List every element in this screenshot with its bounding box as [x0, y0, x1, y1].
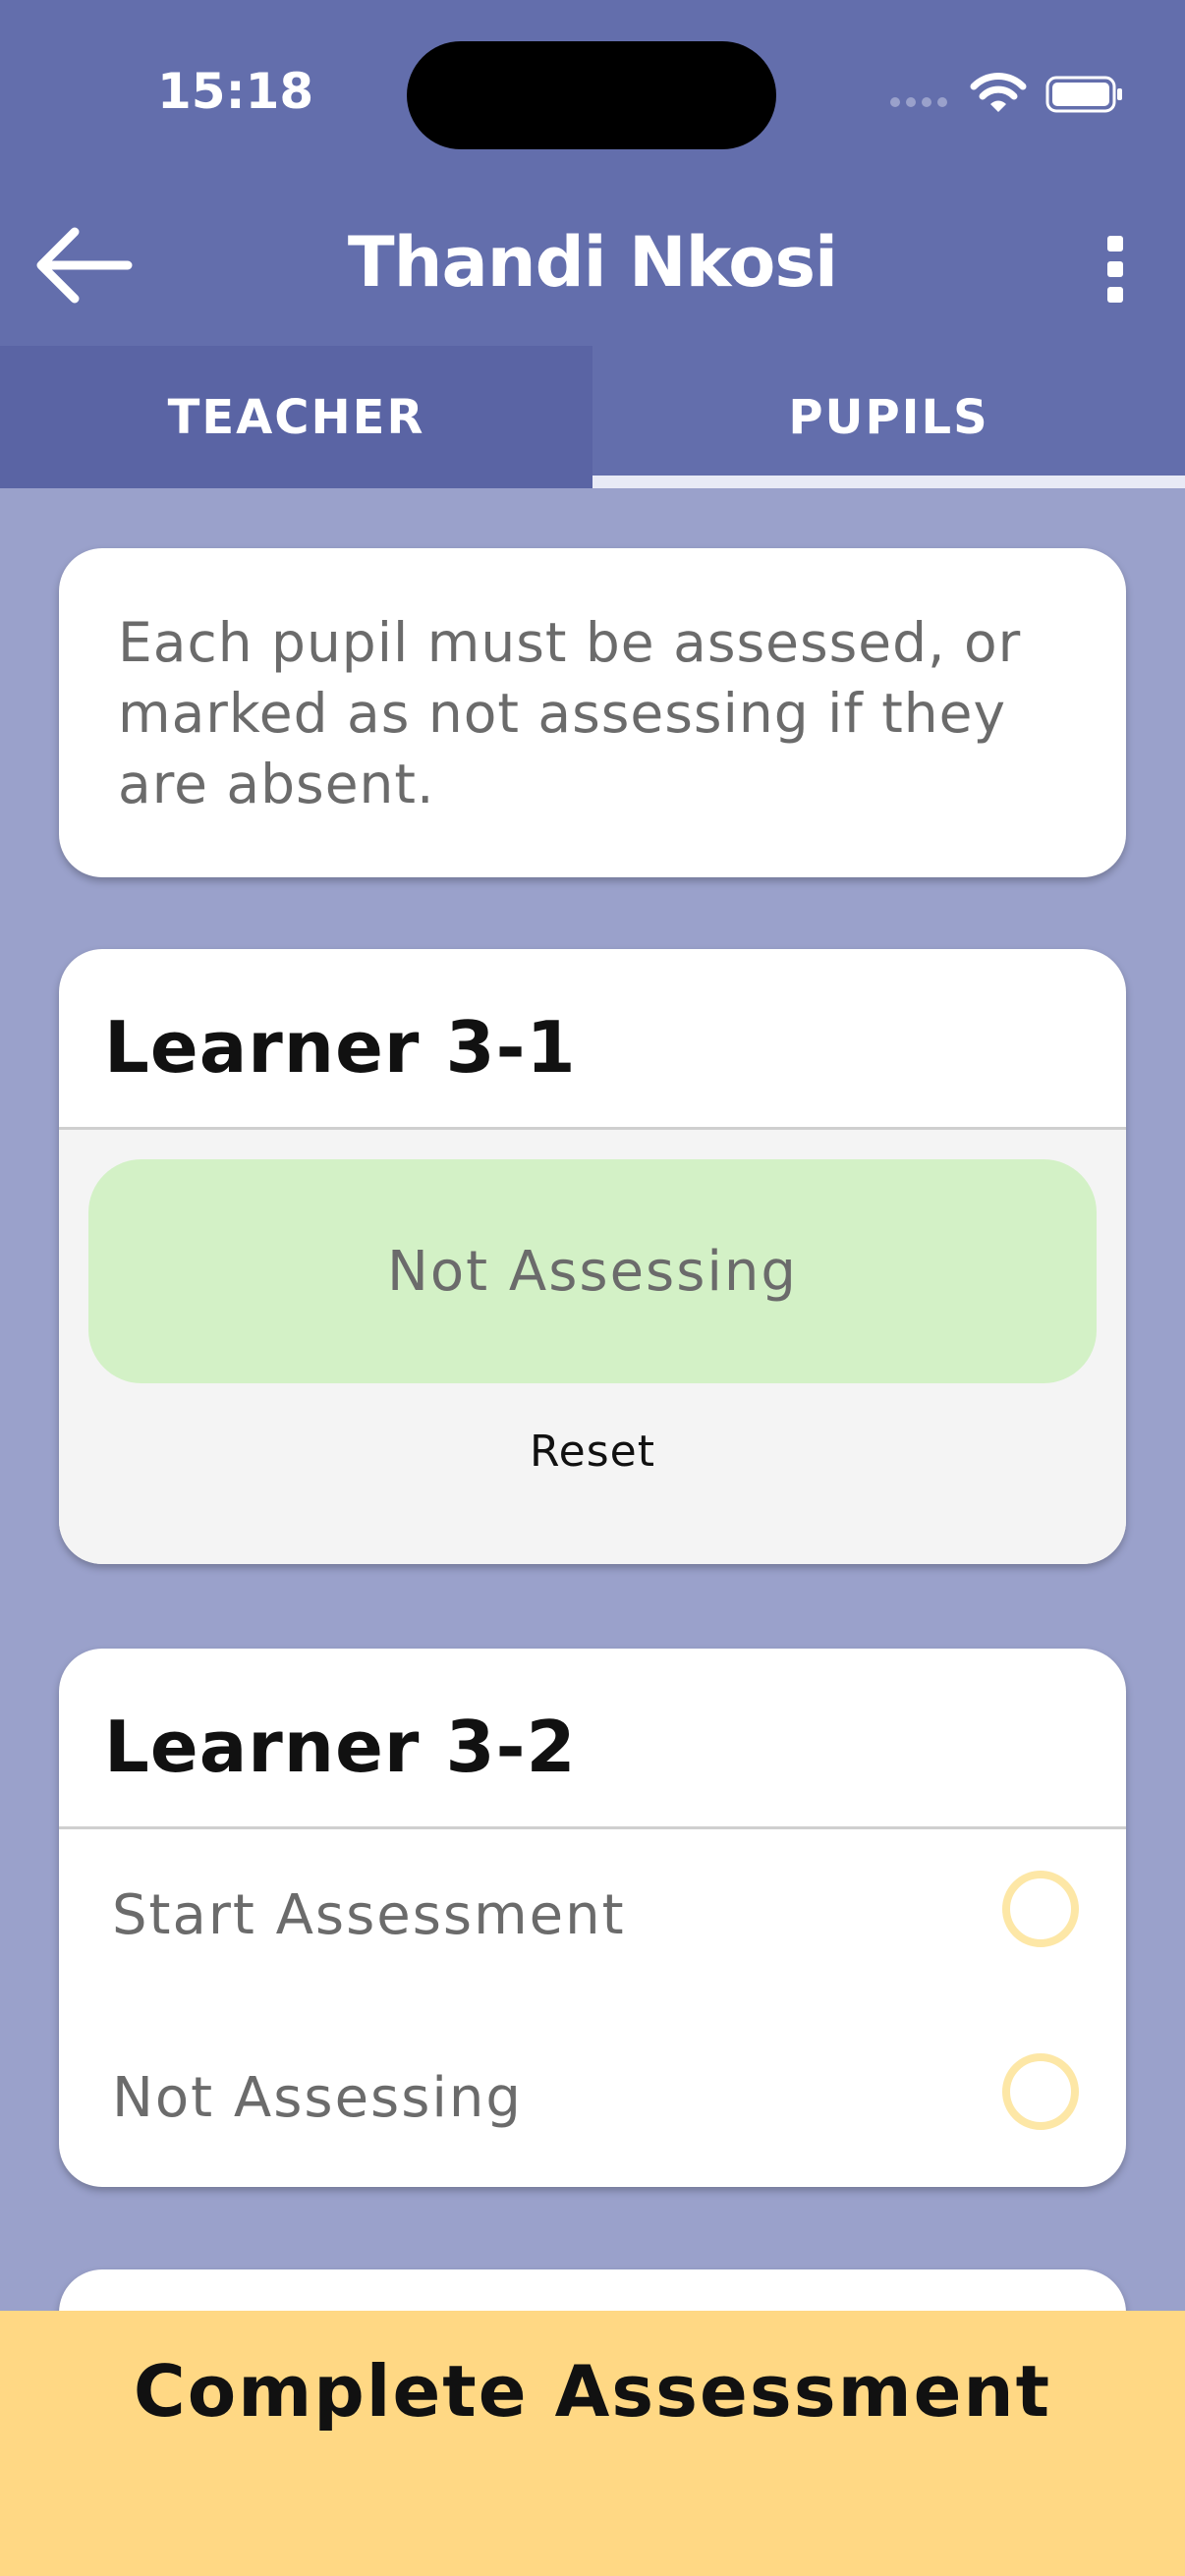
- signal-icon: [890, 92, 953, 111]
- info-card: Each pupil must be assessed, or marked a…: [59, 548, 1126, 877]
- option-label: Not Assessing: [112, 2066, 523, 2130]
- battery-icon: [1045, 76, 1122, 113]
- wifi-icon: [970, 73, 1027, 112]
- app-header: 15:18 Thandi Nkosi TEACHER PUPILS: [0, 0, 1185, 488]
- status-indicators: [890, 69, 1126, 128]
- option-label: Start Assessment: [112, 1883, 626, 1947]
- status-chip: Not Assessing: [88, 1159, 1097, 1383]
- page-title: Thandi Nkosi: [347, 222, 838, 303]
- tab-bar: TEACHER PUPILS: [0, 346, 1185, 488]
- bottom-bar: Complete Assessment: [0, 2311, 1185, 2576]
- option-start-assessment[interactable]: Start Assessment: [59, 1829, 1126, 2006]
- learner-name: Learner 3-1: [104, 1006, 577, 1089]
- back-arrow-icon[interactable]: [29, 218, 138, 316]
- learner-name: Learner 3-2: [104, 1706, 577, 1788]
- complete-assessment-button[interactable]: Complete Assessment: [0, 2350, 1185, 2433]
- learner-card-body: Not Assessing Reset: [59, 1130, 1126, 1564]
- info-text: Each pupil must be assessed, or marked a…: [118, 611, 1022, 815]
- tab-teacher[interactable]: TEACHER: [0, 346, 592, 488]
- dynamic-island: [407, 41, 776, 149]
- status-time: 15:18: [157, 63, 314, 120]
- tab-pupils[interactable]: PUPILS: [592, 346, 1185, 488]
- learner-card: Learner 3-1 Not Assessing Reset: [59, 949, 1126, 1564]
- radio-button[interactable]: [1002, 2053, 1079, 2130]
- reset-button[interactable]: Reset: [59, 1427, 1126, 1477]
- option-not-assessing[interactable]: Not Assessing: [59, 2012, 1126, 2187]
- radio-button[interactable]: [1002, 1871, 1079, 1947]
- active-tab-indicator: [592, 476, 1185, 488]
- learner-card: Learner 3-2 Start Assessment Not Assessi…: [59, 1649, 1126, 2187]
- more-options-icon[interactable]: [1091, 226, 1140, 324]
